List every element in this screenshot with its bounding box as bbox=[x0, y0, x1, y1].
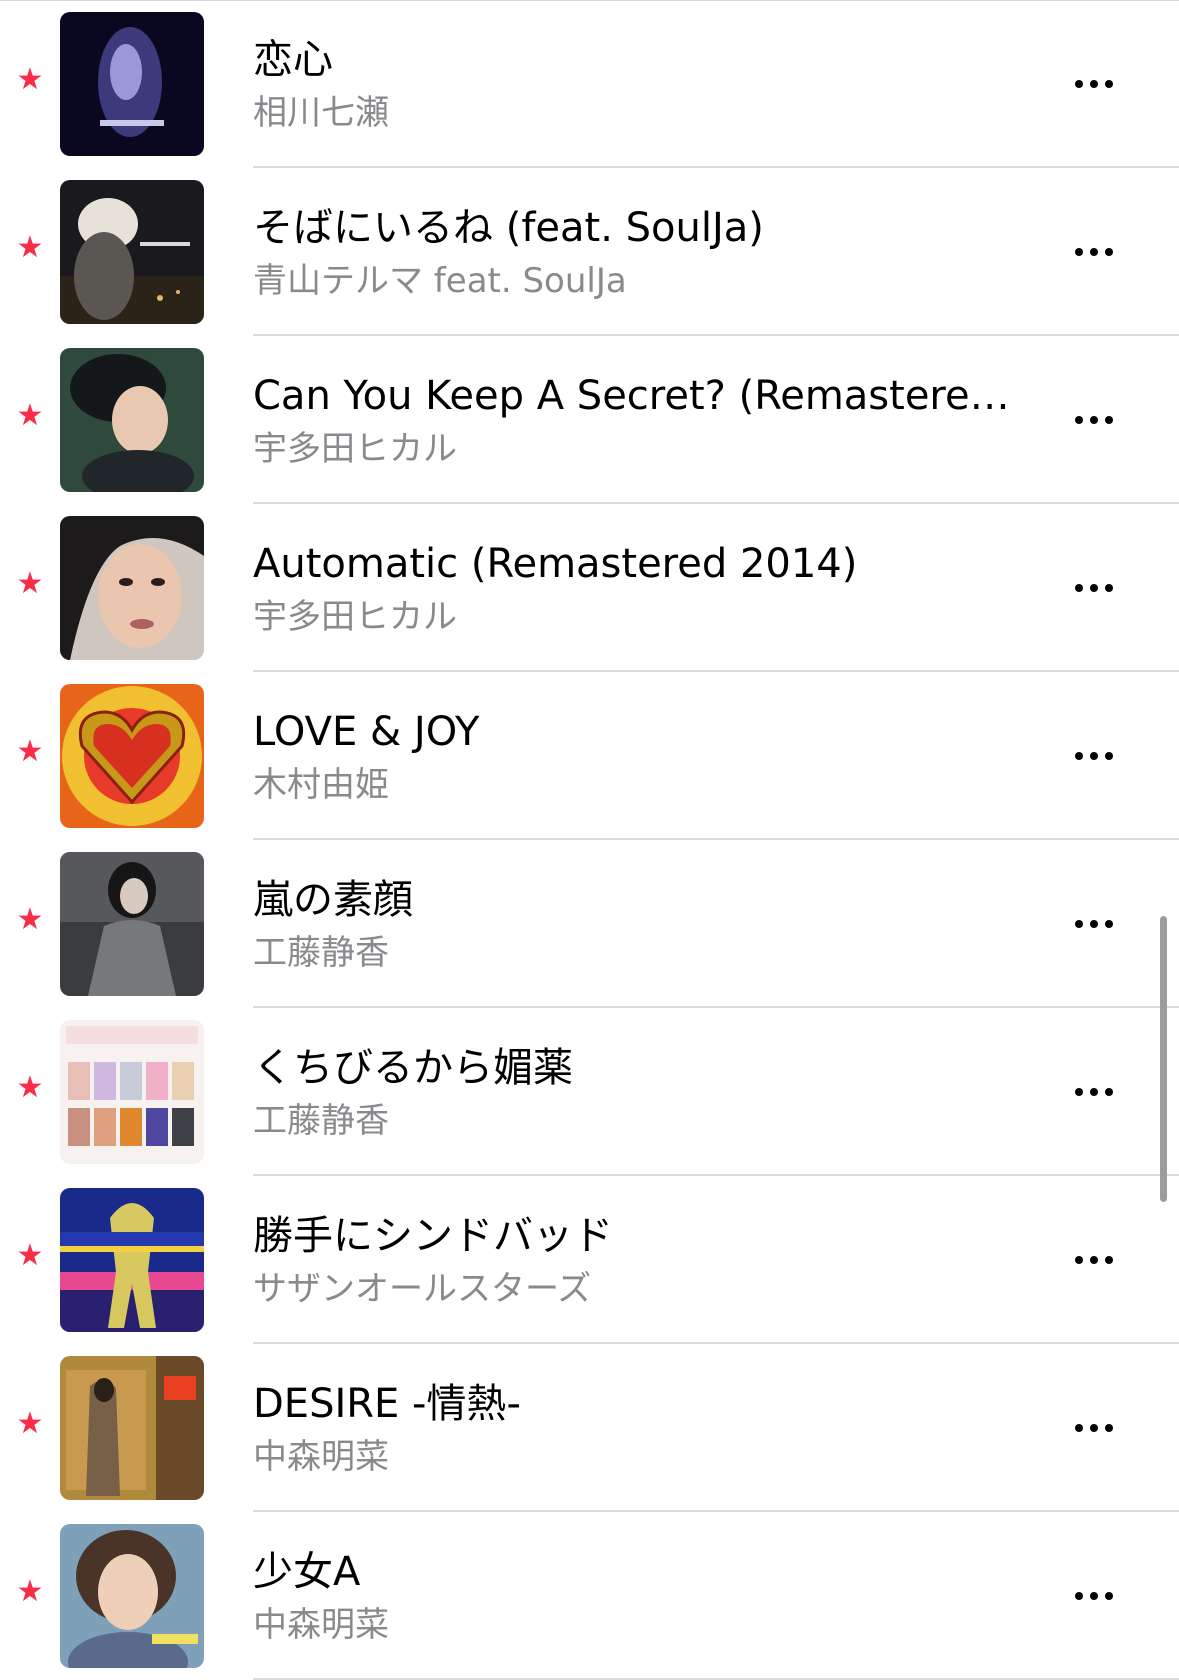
star-icon: ★ bbox=[16, 1238, 44, 1273]
scrollbar[interactable] bbox=[1160, 916, 1167, 1202]
star-icon: ★ bbox=[16, 62, 44, 97]
song-artist: 相川七瀬 bbox=[253, 93, 389, 133]
song-artist: 木村由姫 bbox=[253, 765, 389, 805]
song-row[interactable]: ★ そばにいるね (feat. SoulJa) 青山テルマ feat. Soul… bbox=[0, 168, 1179, 336]
song-row[interactable]: ★ 勝手にシンドバッド サザンオールスターズ bbox=[0, 1176, 1179, 1344]
album-artwork bbox=[60, 1356, 204, 1500]
more-options-button[interactable] bbox=[1058, 1062, 1130, 1122]
song-title: Can You Keep A Secret? (Remastered... bbox=[253, 373, 1013, 419]
song-title: そばにいるね (feat. SoulJa) bbox=[253, 205, 764, 251]
album-artwork bbox=[60, 12, 204, 156]
star-icon: ★ bbox=[16, 398, 44, 433]
star-icon: ★ bbox=[16, 230, 44, 265]
song-row[interactable]: ★ LOVE & JOY 木村由姫 bbox=[0, 672, 1179, 840]
song-title: くちびるから媚薬 bbox=[253, 1045, 573, 1091]
star-icon: ★ bbox=[16, 1070, 44, 1105]
song-title: 勝手にシンドバッド bbox=[253, 1213, 613, 1259]
song-title: DESIRE -情熱- bbox=[253, 1381, 521, 1427]
star-icon: ★ bbox=[16, 902, 44, 937]
song-row[interactable]: ★ 恋心 相川七瀬 bbox=[0, 0, 1179, 168]
song-artist: 青山テルマ feat. SoulJa bbox=[253, 261, 627, 301]
album-artwork bbox=[60, 180, 204, 324]
song-title: LOVE & JOY bbox=[253, 709, 480, 755]
more-options-button[interactable] bbox=[1058, 54, 1130, 114]
song-artist: 宇多田ヒカル bbox=[253, 597, 457, 637]
star-icon: ★ bbox=[16, 1574, 44, 1609]
more-options-button[interactable] bbox=[1058, 1230, 1130, 1290]
song-title: 恋心 bbox=[253, 37, 333, 83]
song-row[interactable]: ★ 嵐の素顔 工藤静香 bbox=[0, 840, 1179, 1008]
song-artist: 中森明菜 bbox=[253, 1437, 389, 1477]
star-icon: ★ bbox=[16, 734, 44, 769]
more-options-button[interactable] bbox=[1058, 894, 1130, 954]
more-options-button[interactable] bbox=[1058, 222, 1130, 282]
more-options-button[interactable] bbox=[1058, 726, 1130, 786]
song-title: 嵐の素顔 bbox=[253, 877, 413, 923]
song-row[interactable]: ★ 少女A 中森明菜 bbox=[0, 1512, 1179, 1680]
song-row[interactable]: ★ Can You Keep A Secret? (Remastered... … bbox=[0, 336, 1179, 504]
song-title: 少女A bbox=[253, 1549, 361, 1595]
song-title: Automatic (Remastered 2014) bbox=[253, 541, 858, 587]
song-artist: 工藤静香 bbox=[253, 933, 389, 973]
more-options-button[interactable] bbox=[1058, 1398, 1130, 1458]
star-icon: ★ bbox=[16, 566, 44, 601]
album-artwork bbox=[60, 684, 204, 828]
song-row[interactable]: ★ Automatic (Remastered 2014) 宇多田ヒカル bbox=[0, 504, 1179, 672]
album-artwork bbox=[60, 1524, 204, 1668]
more-options-button[interactable] bbox=[1058, 558, 1130, 618]
song-row[interactable]: ★ くちびるから媚薬 工藤静香 bbox=[0, 1008, 1179, 1176]
song-artist: 宇多田ヒカル bbox=[253, 429, 457, 469]
song-artist: 中森明菜 bbox=[253, 1605, 389, 1645]
more-options-button[interactable] bbox=[1058, 1566, 1130, 1626]
song-artist: サザンオールスターズ bbox=[253, 1269, 592, 1309]
album-artwork bbox=[60, 1188, 204, 1332]
song-list: ★ 恋心 相川七瀬 ★ そばにいるね (feat. SoulJa) 青山テルマ … bbox=[0, 0, 1179, 1680]
star-icon: ★ bbox=[16, 1406, 44, 1441]
album-artwork bbox=[60, 1020, 204, 1164]
song-artist: 工藤静香 bbox=[253, 1101, 389, 1141]
more-options-button[interactable] bbox=[1058, 390, 1130, 450]
album-artwork bbox=[60, 516, 204, 660]
album-artwork bbox=[60, 348, 204, 492]
song-row[interactable]: ★ DESIRE -情熱- 中森明菜 bbox=[0, 1344, 1179, 1512]
album-artwork bbox=[60, 852, 204, 996]
